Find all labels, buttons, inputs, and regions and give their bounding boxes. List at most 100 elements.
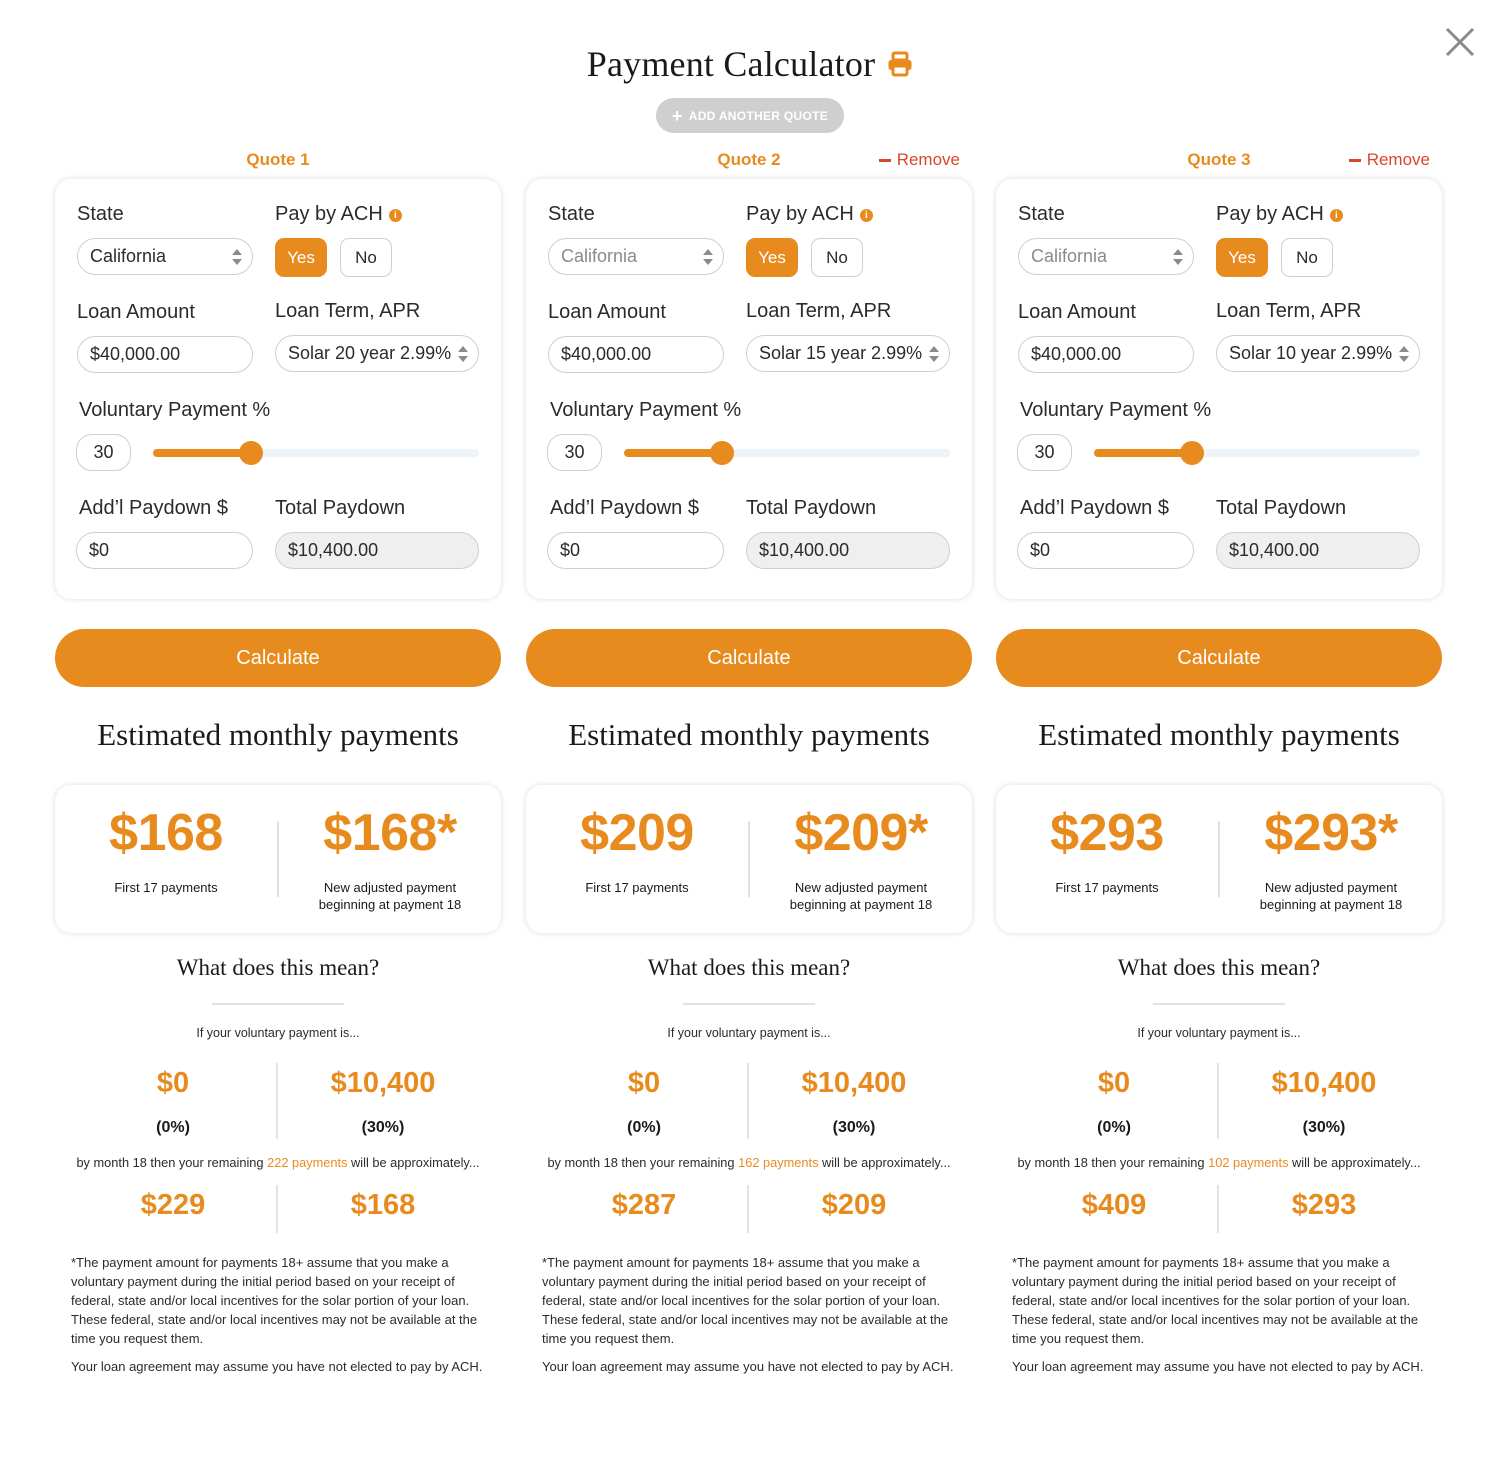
remaining-high-amount: $209	[821, 1189, 887, 1221]
voluntary-percent-slider[interactable]	[1094, 441, 1420, 465]
state-select[interactable]: California	[1018, 238, 1194, 275]
ach-yes-button[interactable]: Yes	[275, 238, 327, 277]
loan-amount-input[interactable]: $40,000.00	[1018, 336, 1194, 373]
total-paydown-label: Total Paydown	[1216, 497, 1347, 519]
loan-term-label: Loan Term, APR	[275, 300, 421, 322]
voluntary-percent-input[interactable]: 30	[1017, 434, 1072, 471]
state-select[interactable]: California	[548, 238, 724, 275]
remove-quote-button[interactable]: Remove	[878, 150, 960, 170]
calculate-button[interactable]: Calculate	[996, 629, 1442, 687]
pay-by-ach-text: Pay by ACH	[275, 203, 383, 225]
first-payments-caption: First 17 payments	[114, 880, 218, 895]
ach-note-text: Your loan agreement may assume you have …	[1012, 1359, 1424, 1374]
addl-paydown-label: Add’l Paydown $	[79, 497, 228, 519]
remove-label: Remove	[1366, 150, 1430, 169]
voluntary-percent-slider[interactable]	[624, 441, 950, 465]
voluntary-high-amount: $10,400	[801, 1067, 907, 1099]
select-arrows-icon	[1399, 345, 1409, 363]
ach-no-button[interactable]: No	[811, 238, 863, 277]
remaining-count: 102 payments	[1208, 1155, 1288, 1170]
adjusted-caption-line1: New adjusted payment	[1264, 880, 1398, 895]
select-arrows-icon	[458, 345, 468, 363]
voluntary-percent-slider[interactable]	[153, 441, 479, 465]
payment-results-card: $168 First 17 payments $168* New adjuste…	[55, 785, 501, 933]
remaining-count: 162 payments	[738, 1155, 818, 1170]
quote-title: Quote 1	[246, 150, 310, 169]
month-suffix: will be approximately...	[347, 1155, 480, 1170]
info-icon[interactable]: i	[388, 209, 402, 222]
total-paydown-field: $10,400.00	[1216, 532, 1420, 569]
loan-amount-input[interactable]: $40,000.00	[548, 336, 724, 373]
info-icon[interactable]: i	[1329, 209, 1343, 222]
remove-quote-button[interactable]: Remove	[1348, 150, 1430, 170]
loan-term-select[interactable]: Solar 15 year 2.99%	[746, 335, 950, 372]
footnote-text: *The payment amount for payments 18+ ass…	[542, 1255, 949, 1346]
ach-no-button[interactable]: No	[340, 238, 392, 277]
total-paydown-value: $10,400.00	[759, 540, 850, 560]
addl-paydown-input[interactable]: $0	[76, 532, 253, 569]
loan-term-select[interactable]: Solar 20 year 2.99%	[275, 335, 479, 372]
remaining-low-amount: $229	[140, 1189, 206, 1221]
ach-yes-button[interactable]: Yes	[746, 238, 798, 277]
total-paydown-value: $10,400.00	[1229, 540, 1320, 560]
first-payment-amount: $293	[1050, 804, 1164, 862]
slider-thumb[interactable]	[709, 441, 734, 465]
select-arrows-icon	[703, 248, 713, 266]
slider-thumb[interactable]	[1179, 441, 1204, 465]
voluntary-high-amount: $10,400	[1271, 1067, 1377, 1099]
voluntary-low-percent: (0%)	[627, 1119, 661, 1136]
estimated-payments-heading: Estimated monthly payments	[568, 717, 930, 752]
addl-paydown-input[interactable]: $0	[1017, 532, 1194, 569]
info-icon[interactable]: i	[859, 209, 873, 222]
state-select[interactable]: California	[77, 238, 253, 275]
adjusted-payment-amount: $293*	[1264, 804, 1398, 862]
payment-results-card: $209 First 17 payments $209* New adjuste…	[526, 785, 972, 933]
heading-rule	[1153, 1003, 1285, 1005]
ach-no-button[interactable]: No	[1281, 238, 1333, 277]
what-does-this-mean-heading: What does this mean?	[647, 955, 851, 980]
adjusted-caption-line1: New adjusted payment	[323, 880, 457, 895]
ach-note-text: Your loan agreement may assume you have …	[71, 1359, 483, 1374]
addl-paydown-value: $0	[89, 540, 110, 560]
ach-note-text: Your loan agreement may assume you have …	[542, 1359, 954, 1374]
voluntary-payment-label: Voluntary Payment %	[1020, 399, 1212, 421]
voluntary-percent-input[interactable]: 30	[76, 434, 131, 471]
voluntary-percent-input[interactable]: 30	[547, 434, 602, 471]
voluntary-low-percent: (0%)	[156, 1119, 190, 1136]
total-paydown-label: Total Paydown	[275, 497, 406, 519]
voluntary-payment-label: Voluntary Payment %	[550, 399, 742, 421]
voluntary-payment-label: Voluntary Payment %	[79, 399, 271, 421]
quote-column-3: Quote 3 Remove State Pay by ACH i Califor…	[996, 145, 1442, 1374]
footnote-text: *The payment amount for payments 18+ ass…	[71, 1255, 478, 1346]
adjusted-payment-caption: New adjusted payment beginning at paymen…	[750, 879, 972, 913]
adjusted-caption-line1: New adjusted payment	[794, 880, 928, 895]
total-paydown-field: $10,400.00	[746, 532, 950, 569]
month-prefix: by month 18 then your remaining	[1017, 1155, 1209, 1170]
what-does-this-mean-heading: What does this mean?	[176, 955, 380, 980]
pay-by-ach-text: Pay by ACH	[1216, 203, 1324, 225]
quote-input-card: State Pay by ACH i California Yes No Loan…	[55, 179, 501, 599]
estimated-payments-heading: Estimated monthly payments	[1038, 717, 1400, 752]
loan-term-select[interactable]: Solar 10 year 2.99%	[1216, 335, 1420, 372]
voluntary-high-percent: (30%)	[361, 1119, 405, 1136]
slider-fill	[624, 449, 722, 457]
voluntary-percent-value: 30	[1034, 442, 1055, 462]
loan-term-label: Loan Term, APR	[1216, 300, 1362, 322]
slider-thumb[interactable]	[238, 441, 263, 465]
calculate-button[interactable]: Calculate	[526, 629, 972, 687]
plus-icon: +	[671, 105, 683, 126]
slider-fill	[153, 449, 251, 457]
loan-amount-input[interactable]: $40,000.00	[77, 336, 253, 373]
footnote-text: *The payment amount for payments 18+ ass…	[1012, 1255, 1419, 1346]
voluntary-high-percent: (30%)	[1302, 1119, 1346, 1136]
print-button[interactable]	[887, 51, 913, 77]
first-payments-caption: First 17 payments	[585, 880, 689, 895]
pay-by-ach-label: Pay by ACH i	[275, 203, 402, 226]
calculate-button[interactable]: Calculate	[55, 629, 501, 687]
ach-yes-button[interactable]: Yes	[1216, 238, 1268, 277]
add-another-quote-button[interactable]: + ADD ANOTHER QUOTE	[656, 98, 844, 133]
page-header: Payment Calculator	[0, 40, 1500, 88]
loan-term-value: Solar 10 year 2.99%	[1229, 343, 1393, 363]
loan-amount-value: $40,000.00	[1031, 344, 1122, 364]
addl-paydown-input[interactable]: $0	[547, 532, 724, 569]
